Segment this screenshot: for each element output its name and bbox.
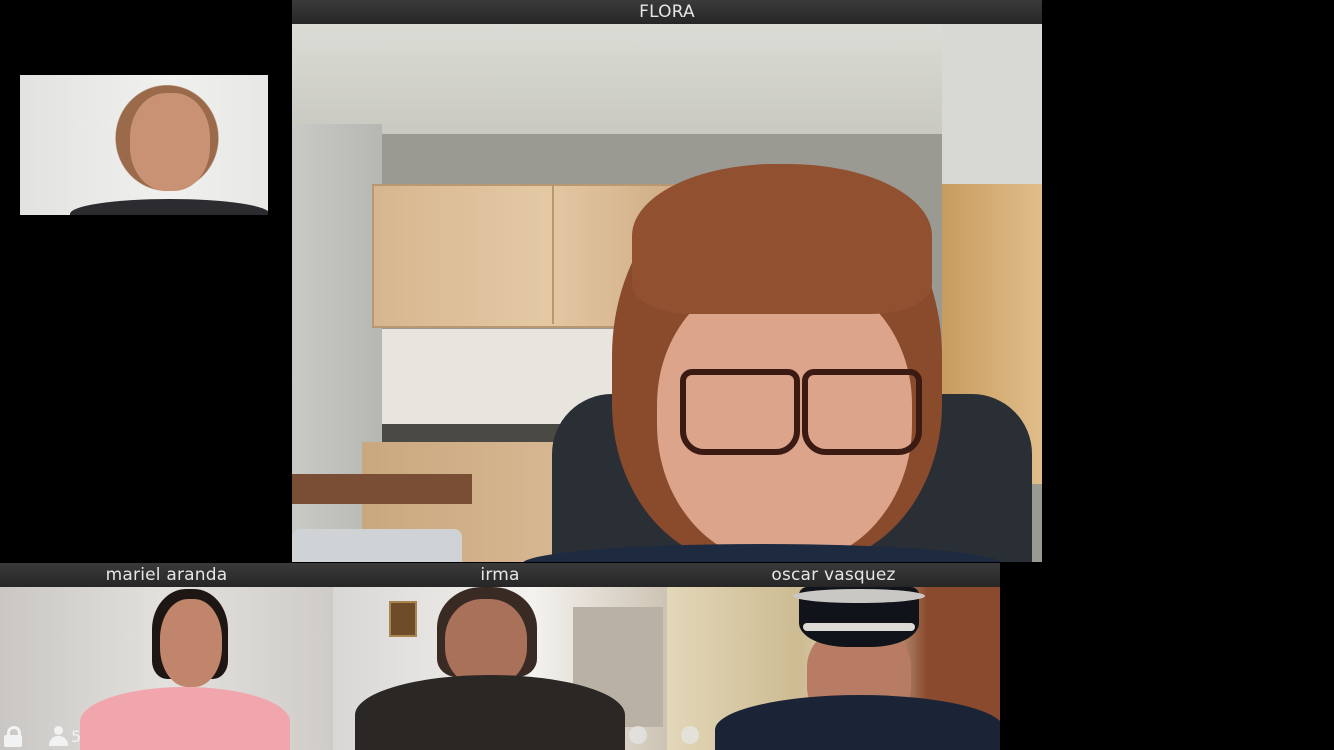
self-view-face <box>130 93 210 191</box>
participant-tile[interactable]: mariel aranda <box>0 563 333 750</box>
main-speaker-name: FLORA <box>292 0 1042 24</box>
self-view-video[interactable] <box>20 75 268 215</box>
main-speaker-tile[interactable]: FLORA <box>292 0 1042 562</box>
video-control-dot[interactable] <box>681 726 699 744</box>
video-control-dot[interactable] <box>629 726 647 744</box>
participants-icon <box>48 726 68 746</box>
participant-video <box>667 587 1000 750</box>
glasses <box>680 369 922 455</box>
main-speaker-video <box>292 24 1042 562</box>
participant-name: oscar vasquez <box>667 563 1000 587</box>
lock-icon[interactable] <box>4 726 22 747</box>
participant-name: mariel aranda <box>0 563 333 587</box>
participant-name: irma <box>333 563 667 587</box>
participant-count: 5 <box>71 727 82 746</box>
participant-tile[interactable]: irma <box>333 563 667 750</box>
participants-button[interactable]: 5 <box>48 726 81 746</box>
participant-video <box>333 587 667 750</box>
participant-tile[interactable]: oscar vasquez <box>667 563 1000 750</box>
